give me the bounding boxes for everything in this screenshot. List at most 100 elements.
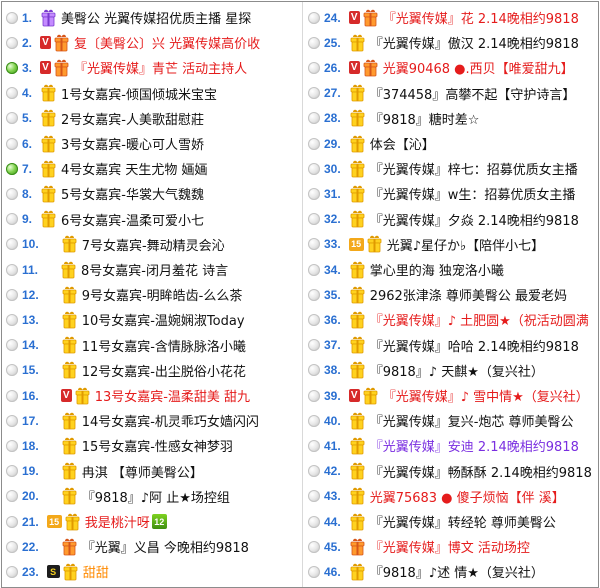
member-row[interactable]: 19. 冉淇 【尊师美臀公】 — [2, 459, 302, 484]
member-name[interactable]: 『9818』糖时差☆ — [370, 109, 480, 128]
member-row[interactable]: 46. 『9818』♪述 情★（复兴社） — [304, 559, 598, 584]
member-number: 29. — [324, 136, 341, 151]
member-row[interactable]: 13. 10号女嘉宾-温婉娴淑Today — [2, 307, 302, 332]
member-name[interactable]: 12号女嘉宾-出尘脱俗小花花 — [82, 361, 246, 380]
member-name[interactable]: 『光翼传媒』夕焱 2.14晚相约9818 — [370, 210, 579, 229]
member-row[interactable]: 9. 6号女嘉宾-温柔可爱小七 — [2, 207, 302, 232]
member-name[interactable]: 『光翼传媒』复兴-炮芯 尊师美臀公 — [370, 411, 574, 430]
member-name[interactable]: 甜甜 — [83, 562, 109, 581]
gift-avatar-icon — [349, 84, 366, 102]
member-name[interactable]: 光翼90468 ●.西贝【唯爱甜九】 — [383, 58, 574, 77]
member-row[interactable]: 2. V 复〔美臀公〕兴 光翼传媒高价收 — [2, 30, 302, 55]
member-name[interactable]: 2962张津涤 尊师美臀公 最爱老妈 — [370, 285, 567, 304]
member-row[interactable]: 39. V 『光翼传媒』♪ 雪中情★（复兴社） — [304, 383, 598, 408]
member-row[interactable]: 27. 『374458』高攀不起【守护诗言】 — [304, 81, 598, 106]
member-row[interactable]: 20. 『9818』♪阿 止★场控组 — [2, 484, 302, 509]
member-name[interactable]: 『光翼传媒』♪ 土肥圆★（祝活动圆满 — [370, 310, 589, 329]
member-name[interactable]: 『光翼传媒』w生：招募优质女主播 — [370, 184, 576, 203]
member-row[interactable]: 15. 12号女嘉宾-出尘脱俗小花花 — [2, 358, 302, 383]
member-name[interactable]: 我是桃汁呀 — [85, 512, 150, 531]
member-row[interactable]: 25. 『光翼传媒』傲汉 2.14晚相约9818 — [304, 30, 598, 55]
member-row[interactable]: 1. 美臀公 光翼传媒招优质主播 星探 — [2, 5, 302, 30]
member-row[interactable]: 33. 15 光翼♪星仔か♭【陪伴小七】 — [304, 232, 598, 257]
member-row[interactable]: 30. 『光翼传媒』梓七：招募优质女主播 — [304, 156, 598, 181]
member-row[interactable]: 11. 8号女嘉宾-闭月羞花 诗言 — [2, 257, 302, 282]
member-row[interactable]: 5. 2号女嘉宾-人美歌甜慰莊 — [2, 106, 302, 131]
member-name[interactable]: 2号女嘉宾-人美歌甜慰莊 — [61, 109, 204, 128]
member-name[interactable]: 『光翼传媒』梓七：招募优质女主播 — [370, 159, 578, 178]
member-name[interactable]: 1号女嘉宾-倾国倾城米宝宝 — [61, 84, 217, 103]
member-name[interactable]: 『光翼传媒』傲汉 2.14晚相约9818 — [370, 33, 579, 52]
member-row[interactable]: 17. 14号女嘉宾-机灵乖巧女嫱闪闪 — [2, 408, 302, 433]
member-name[interactable]: 『374458』高攀不起【守护诗言】 — [370, 84, 576, 103]
member-name[interactable]: 掌心里的海 独宠洛小曦 — [370, 260, 504, 279]
member-row[interactable]: 10. 7号女嘉宾-舞动精灵会沁 — [2, 232, 302, 257]
member-name[interactable]: 冉淇 【尊师美臀公】 — [82, 462, 203, 481]
member-row[interactable]: 22. 『光翼』义昌 今晚相约9818 — [2, 534, 302, 559]
member-name[interactable]: 8号女嘉宾-闭月羞花 诗言 — [81, 260, 228, 279]
member-name[interactable]: 10号女嘉宾-温婉娴淑Today — [82, 310, 245, 329]
member-name[interactable]: 『9818』♪ 天麒★（复兴社） — [370, 361, 544, 380]
member-name[interactable]: 『光翼传媒』转经轮 尊师美臀公 — [370, 512, 556, 531]
member-name[interactable]: 13号女嘉宾-温柔甜美 甜九 — [95, 386, 250, 405]
member-row[interactable]: 44. 『光翼传媒』转经轮 尊师美臀公 — [304, 509, 598, 534]
member-name[interactable]: 『光翼传媒』博文 活动场控 — [370, 537, 530, 556]
member-name[interactable]: 光翼♪星仔か♭【陪伴小七】 — [387, 235, 544, 254]
member-row[interactable]: 29. 体会【沁】 — [304, 131, 598, 156]
member-name[interactable]: 『光翼传媒』青芒 活动主持人 — [74, 58, 247, 77]
member-name[interactable]: 『光翼传媒』安迪 2.14晚相约9818 — [370, 436, 579, 455]
member-row[interactable]: 8. 5号女嘉宾-华裳大气魏魏 — [2, 181, 302, 206]
gift-avatar-icon — [60, 261, 77, 279]
member-row[interactable]: 7. 4号女嘉宾 天生尤物 婳婳 — [2, 156, 302, 181]
member-row[interactable]: 42. 『光翼传媒』畅酥酥 2.14晚相约9818 — [304, 459, 598, 484]
member-row[interactable]: 26. V 光翼90468 ●.西贝【唯爱甜九】 — [304, 55, 598, 80]
member-name[interactable]: 『光翼传媒』哈哈 2.14晚相约9818 — [370, 336, 579, 355]
member-row[interactable]: 38. 『9818』♪ 天麒★（复兴社） — [304, 358, 598, 383]
member-name[interactable]: 14号女嘉宾-机灵乖巧女嫱闪闪 — [82, 411, 259, 430]
member-name[interactable]: 体会【沁】 — [370, 134, 435, 153]
member-number: 41. — [324, 438, 341, 453]
member-name[interactable]: 15号女嘉宾-性感女神梦羽 — [82, 436, 233, 455]
member-name[interactable]: 光翼75683 ● 傻子烦恼【伴 溪】 — [370, 487, 565, 506]
member-name[interactable]: 『光翼传媒』畅酥酥 2.14晚相约9818 — [370, 462, 592, 481]
member-name[interactable]: 6号女嘉宾-温柔可爱小七 — [61, 210, 204, 229]
member-name[interactable]: 5号女嘉宾-华裳大气魏魏 — [61, 184, 204, 203]
member-row[interactable]: 24. V 『光翼传媒』花 2.14晚相约9818 — [304, 5, 598, 30]
status-dot-icon — [6, 263, 18, 276]
member-row[interactable]: 12. 9号女嘉宾-明眸皓齿-么么茶 — [2, 282, 302, 307]
member-row[interactable]: 23. S 甜甜 — [2, 559, 302, 584]
member-row[interactable]: 41. 『光翼传媒』安迪 2.14晚相约9818 — [304, 433, 598, 458]
member-number: 26. — [324, 60, 341, 75]
member-row[interactable]: 6. 3号女嘉宾-暖心可人雪娇 — [2, 131, 302, 156]
member-row[interactable]: 18. 15号女嘉宾-性感女神梦羽 — [2, 433, 302, 458]
member-name[interactable]: 『9818』♪述 情★（复兴社） — [370, 562, 544, 581]
member-row[interactable]: 40. 『光翼传媒』复兴-炮芯 尊师美臀公 — [304, 408, 598, 433]
member-row[interactable]: 45. 『光翼传媒』博文 活动场控 — [304, 534, 598, 559]
member-row[interactable]: 36. 『光翼传媒』♪ 土肥圆★（祝活动圆满 — [304, 307, 598, 332]
member-row[interactable]: 35. 2962张津涤 尊师美臀公 最爱老妈 — [304, 282, 598, 307]
gift-avatar-icon — [61, 462, 78, 480]
member-name[interactable]: 复〔美臀公〕兴 光翼传媒高价收 — [74, 33, 260, 52]
member-name[interactable]: 美臀公 光翼传媒招优质主播 星探 — [61, 8, 251, 27]
member-name[interactable]: 9号女嘉宾-明眸皓齿-么么茶 — [82, 285, 243, 304]
member-name[interactable]: 11号女嘉宾-含情脉脉洛小曦 — [82, 336, 246, 355]
member-name[interactable]: 4号女嘉宾 天生尤物 婳婳 — [61, 159, 208, 178]
member-row[interactable]: 4. 1号女嘉宾-倾国倾城米宝宝 — [2, 81, 302, 106]
member-row[interactable]: 32. 『光翼传媒』夕焱 2.14晚相约9818 — [304, 207, 598, 232]
member-name[interactable]: 『光翼传媒』♪ 雪中情★（复兴社） — [383, 386, 589, 405]
member-row[interactable]: 21. 15 我是桃汁呀 12 — [2, 509, 302, 534]
member-name[interactable]: 7号女嘉宾-舞动精灵会沁 — [82, 235, 225, 254]
member-row[interactable]: 16. V 13号女嘉宾-温柔甜美 甜九 — [2, 383, 302, 408]
member-row[interactable]: 34. 掌心里的海 独宠洛小曦 — [304, 257, 598, 282]
member-row[interactable]: 43. 光翼75683 ● 傻子烦恼【伴 溪】 — [304, 484, 598, 509]
member-name[interactable]: 『光翼』义昌 今晚相约9818 — [82, 537, 249, 556]
member-row[interactable]: 3. V 『光翼传媒』青芒 活动主持人 — [2, 55, 302, 80]
gift-avatar-icon — [366, 235, 383, 253]
member-name[interactable]: 『光翼传媒』花 2.14晚相约9818 — [383, 8, 579, 27]
member-row[interactable]: 31. 『光翼传媒』w生：招募优质女主播 — [304, 181, 598, 206]
member-row[interactable]: 14. 11号女嘉宾-含情脉脉洛小曦 — [2, 333, 302, 358]
member-name[interactable]: 『9818』♪阿 止★场控组 — [82, 487, 230, 506]
member-name[interactable]: 3号女嘉宾-暖心可人雪娇 — [61, 134, 204, 153]
member-row[interactable]: 28. 『9818』糖时差☆ — [304, 106, 598, 131]
member-row[interactable]: 37. 『光翼传媒』哈哈 2.14晚相约9818 — [304, 333, 598, 358]
